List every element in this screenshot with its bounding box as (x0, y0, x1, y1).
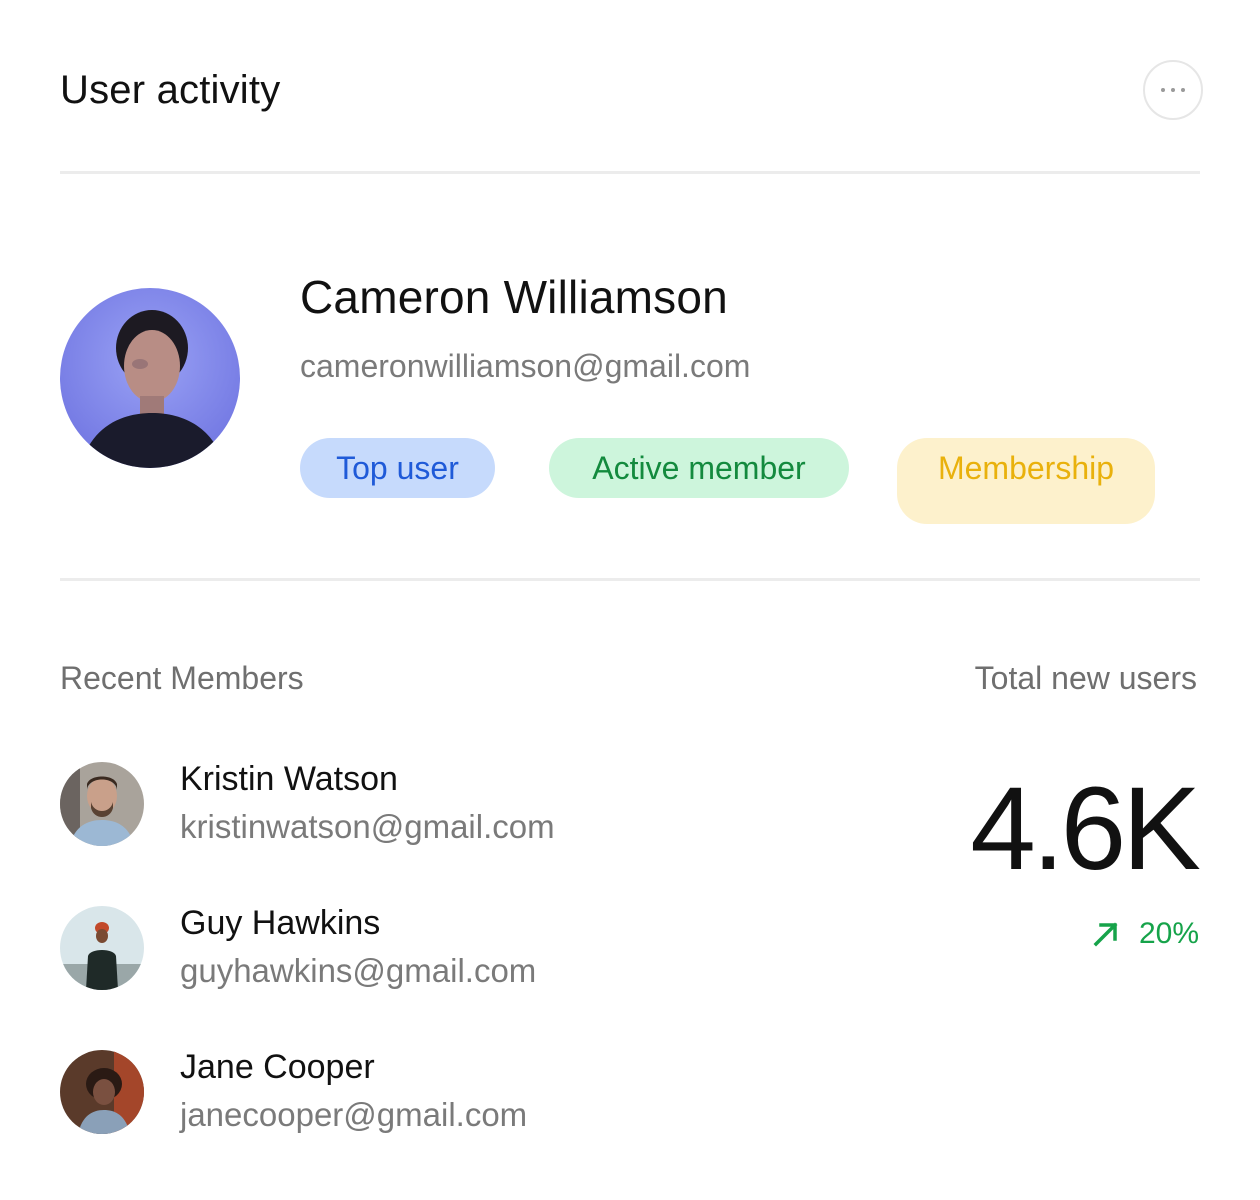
member-email: janecooper@gmail.com (180, 1096, 528, 1133)
member-list-item[interactable]: Kristin Watson kristinwatson@gmail.com (60, 760, 660, 848)
member-name: Guy Hawkins (180, 904, 381, 942)
recent-members-label: Recent Members (60, 660, 304, 696)
card-header: User activity (60, 60, 1203, 120)
profile-avatar[interactable] (60, 288, 240, 468)
more-options-button[interactable] (1143, 60, 1203, 120)
member-avatar (60, 1050, 144, 1134)
member-avatar (60, 762, 144, 846)
change-value: 20% (1138, 917, 1199, 950)
total-new-users-label: Total new users (974, 660, 1197, 696)
member-list-item[interactable]: Guy Hawkins guyhawkins@gmail.com (60, 904, 660, 992)
profile-name: Cameron Williamson (300, 271, 728, 323)
card-title: User activity (60, 68, 281, 112)
more-dot (1181, 88, 1185, 92)
badge-active-member: Active member (549, 438, 849, 498)
badge-top-user: Top user (300, 438, 495, 498)
member-email: kristinwatson@gmail.com (180, 808, 555, 845)
more-horizontal-icon (1161, 88, 1165, 92)
total-new-users-value: 4.6K (970, 763, 1201, 895)
member-list-item[interactable]: Jane Cooper janecooper@gmail.com (60, 1048, 660, 1136)
arrow-up-right-icon (1093, 922, 1118, 947)
member-avatar (60, 906, 144, 990)
section-divider (60, 578, 1200, 581)
badge-membership: Membership (897, 438, 1155, 524)
more-dot (1171, 88, 1175, 92)
member-name: Jane Cooper (180, 1048, 375, 1086)
profile-email: cameronwilliamson@gmail.com (300, 348, 751, 384)
member-name: Kristin Watson (180, 760, 398, 798)
change-indicator: 20% (1091, 916, 1199, 952)
member-email: guyhawkins@gmail.com (180, 952, 537, 989)
header-divider (60, 171, 1200, 174)
